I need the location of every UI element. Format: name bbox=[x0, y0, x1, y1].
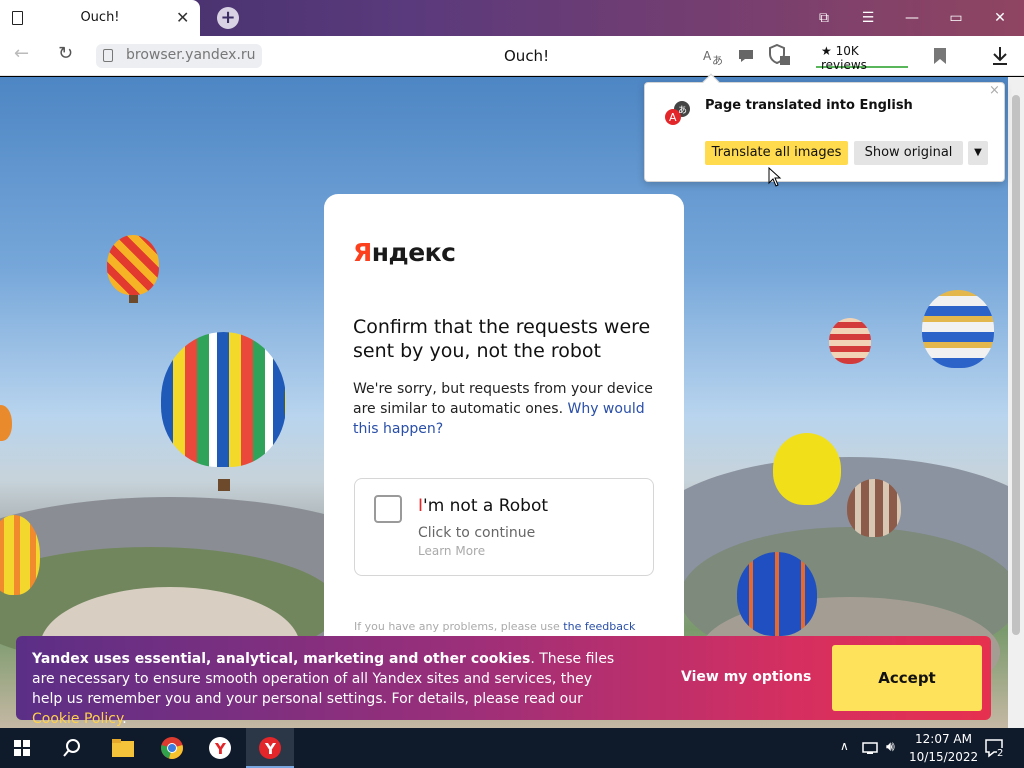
hot-air-balloon bbox=[737, 552, 817, 636]
robot-label-rest: 'm not a Robot bbox=[423, 496, 549, 516]
yandex-logo: Яндекс bbox=[353, 238, 456, 267]
tab-ouch[interactable]: Ouch! ✕ bbox=[0, 0, 200, 36]
browser-toolbar: ← ↻ browser.yandex.ru Ouch! A あ ★ 10K re… bbox=[0, 36, 1024, 76]
balloon-basket bbox=[129, 295, 138, 303]
back-icon[interactable]: ← bbox=[14, 43, 29, 64]
svg-text:Y: Y bbox=[214, 740, 227, 758]
tab-close-icon[interactable]: ✕ bbox=[176, 8, 189, 27]
chat-icon[interactable] bbox=[738, 48, 754, 64]
hot-air-balloon bbox=[0, 405, 12, 441]
url-text: browser.yandex.ru bbox=[126, 47, 256, 63]
taskbar: Y Y ∧ 🔊︎ 12:07 AM 10/15/2022 2 bbox=[0, 728, 1024, 768]
cookie-bold-text: Yandex uses essential, analytical, marke… bbox=[32, 651, 531, 667]
captcha-card: Яндекс Confirm that the requests were se… bbox=[324, 194, 684, 654]
shield-icon[interactable] bbox=[768, 44, 792, 66]
tabs-icon[interactable]: ⧉ bbox=[802, 0, 846, 36]
download-icon[interactable] bbox=[991, 46, 1009, 66]
svg-text:あ: あ bbox=[678, 105, 687, 116]
tab-title: Ouch! bbox=[80, 10, 120, 25]
scrollbar[interactable] bbox=[1008, 77, 1024, 728]
feedback-link[interactable]: the feedback bbox=[563, 620, 635, 633]
menu-icon[interactable]: ☰ bbox=[846, 0, 890, 36]
show-original-button[interactable]: Show original bbox=[854, 141, 963, 165]
cookie-policy-link[interactable]: Cookie Policy bbox=[32, 711, 122, 727]
hot-air-balloon bbox=[922, 290, 994, 368]
captcha-heading: Confirm that the requests were sent by y… bbox=[353, 316, 651, 362]
logo-first-letter: Я bbox=[353, 238, 372, 267]
chevron-down-icon[interactable]: ▼ bbox=[968, 141, 988, 165]
hot-air-balloon bbox=[773, 433, 841, 505]
captcha-description: We're sorry, but requests from your devi… bbox=[353, 379, 658, 439]
windows-start-icon[interactable] bbox=[14, 740, 30, 756]
chrome-icon[interactable] bbox=[160, 736, 184, 760]
close-button[interactable]: ✕ bbox=[978, 0, 1022, 36]
accept-button[interactable]: Accept bbox=[832, 645, 982, 711]
chevron-up-icon[interactable]: ∧ bbox=[840, 739, 849, 753]
popup-close-icon[interactable]: × bbox=[989, 83, 1000, 98]
title-bar: Ouch! ✕ + ⧉ ☰ — ▭ ✕ bbox=[0, 0, 1024, 36]
hot-air-balloon bbox=[829, 318, 871, 364]
cookie-text: Yandex uses essential, analytical, marke… bbox=[32, 649, 622, 729]
svg-text:A: A bbox=[703, 49, 712, 63]
notification-count: 2 bbox=[997, 748, 1004, 759]
cookie-end: . bbox=[122, 711, 127, 727]
clock-date[interactable]: 10/15/2022 bbox=[909, 750, 978, 764]
address-bar[interactable]: browser.yandex.ru bbox=[96, 44, 262, 68]
yandex-browser-icon[interactable]: Y bbox=[208, 736, 232, 760]
robot-checkbox[interactable] bbox=[374, 495, 402, 523]
translate-icon: A あ bbox=[665, 101, 690, 125]
page-title: Ouch! bbox=[504, 47, 550, 65]
new-tab-icon[interactable]: + bbox=[217, 7, 239, 29]
robot-label: I'm not a Robot bbox=[418, 496, 548, 516]
volume-icon[interactable]: 🔊︎ bbox=[886, 739, 895, 755]
search-icon[interactable] bbox=[62, 738, 82, 758]
reviews-badge[interactable]: ★ 10K reviews bbox=[816, 42, 908, 72]
cookie-banner: Yandex uses essential, analytical, marke… bbox=[16, 636, 991, 727]
svg-text:あ: あ bbox=[712, 54, 723, 66]
lock-icon bbox=[103, 49, 113, 62]
learn-more-link[interactable]: Learn More bbox=[418, 544, 485, 558]
svg-text:A: A bbox=[669, 111, 677, 124]
bookmark-icon[interactable] bbox=[933, 47, 947, 65]
reviews-label: ★ 10K reviews bbox=[821, 44, 867, 72]
hot-air-balloon bbox=[847, 479, 901, 537]
hot-air-balloon bbox=[107, 235, 159, 295]
translate-images-button[interactable]: Translate all images bbox=[705, 141, 848, 165]
network-icon[interactable] bbox=[862, 741, 878, 755]
balloon-basket bbox=[218, 479, 230, 491]
click-continue-text: Click to continue bbox=[418, 525, 536, 541]
problems-label: If you have any problems, please use bbox=[354, 620, 560, 633]
scrollbar-thumb[interactable] bbox=[1012, 95, 1020, 635]
translation-popup: A あ Page translated into English × Trans… bbox=[644, 73, 1005, 182]
problems-text: If you have any problems, please use the… bbox=[354, 620, 635, 633]
robot-check-widget[interactable]: I'm not a Robot Click to continue Learn … bbox=[354, 478, 654, 576]
maximize-button[interactable]: ▭ bbox=[934, 0, 978, 36]
file-explorer-icon[interactable] bbox=[111, 737, 135, 759]
logo-rest: ндекс bbox=[371, 238, 456, 267]
clock-time[interactable]: 12:07 AM bbox=[915, 732, 972, 746]
active-app-yandex[interactable]: Y bbox=[246, 728, 294, 768]
reload-icon[interactable]: ↻ bbox=[58, 43, 73, 64]
screen: Ouch! ✕ + ⧉ ☰ — ▭ ✕ ← ↻ browser.yandex.r… bbox=[0, 0, 1024, 768]
hot-air-balloon bbox=[161, 332, 286, 467]
svg-text:Y: Y bbox=[264, 740, 277, 758]
minimize-button[interactable]: — bbox=[890, 0, 934, 36]
popup-title: Page translated into English bbox=[705, 98, 913, 113]
mouse-cursor-icon bbox=[768, 167, 782, 187]
yandex-icon: Y bbox=[259, 737, 281, 759]
translate-icon[interactable]: A あ bbox=[702, 46, 724, 66]
view-options-button[interactable]: View my options bbox=[681, 669, 811, 685]
